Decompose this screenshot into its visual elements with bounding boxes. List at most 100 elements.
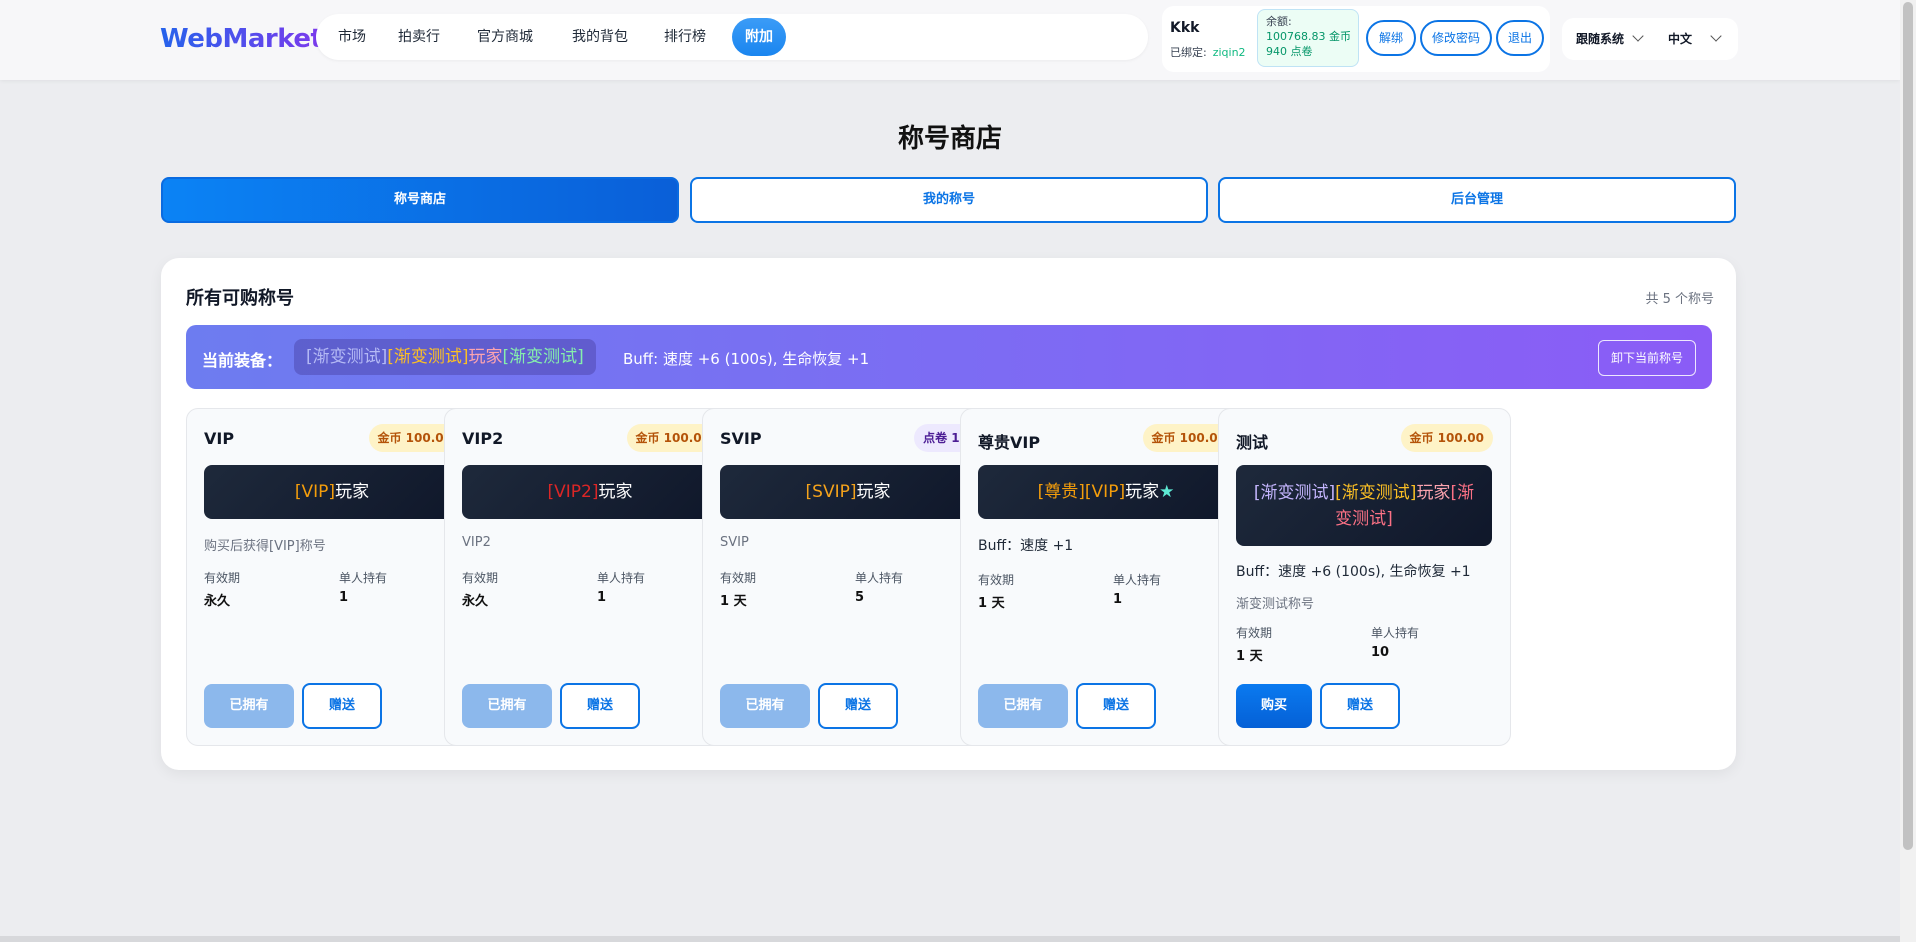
card-name: SVIP — [720, 429, 762, 448]
title-preview: [SVIP]玩家 — [720, 465, 976, 519]
hold-value: 1 — [597, 590, 607, 605]
balance-label: 余额: — [1266, 15, 1292, 28]
title-list-panel: 所有可购称号 共 5 个称号 当前装备： [渐变测试][渐变测试]玩家[渐变测试… — [161, 258, 1736, 770]
title-count: 共 5 个称号 — [1645, 292, 1714, 307]
equipped-buff: Buff: 速度 +6 (100s), 生命恢复 +1 — [623, 350, 870, 368]
price-badge: 金币 100.00 — [1400, 424, 1493, 452]
tab-my-titles[interactable]: 我的称号 — [690, 177, 1208, 223]
voucher-balance: 940 点卷 — [1266, 45, 1313, 58]
change-password-button[interactable]: 修改密码 — [1420, 20, 1492, 56]
validity-label: 有效期 — [462, 571, 499, 585]
scrollbar-thumb[interactable] — [1903, 2, 1913, 850]
chevron-down-icon — [1710, 30, 1722, 42]
card-name: 尊贵VIP — [978, 433, 1041, 452]
title-card-vip: VIP 金币 100.00 [VIP]玩家 购买后获得[VIP]称号 有效期 单… — [186, 408, 479, 746]
preview-segment: 玩家 — [335, 482, 370, 502]
panel-title: 所有可购称号 — [186, 288, 294, 309]
bind-label: 已绑定: — [1170, 46, 1207, 59]
card-name: VIP2 — [462, 429, 504, 448]
tab-admin[interactable]: 后台管理 — [1218, 177, 1736, 223]
card-buff: Buff：速度 +6 (100s), 生命恢复 +1 — [1236, 564, 1471, 580]
bind-value: ziqin2 — [1212, 46, 1246, 59]
unequip-button[interactable]: 卸下当前称号 — [1598, 340, 1696, 376]
tab-title-shop[interactable]: 称号商店 — [161, 177, 679, 223]
theme-select-value: 跟随系统 — [1576, 32, 1625, 46]
equipped-title-segment: [渐变测试] — [306, 347, 388, 367]
equipped-title-segment: [渐变测试] — [502, 347, 584, 367]
equipped-title-segment: 玩家 — [468, 347, 503, 367]
nav-item-extra[interactable]: 附加 — [732, 18, 786, 56]
username: Kkk — [1170, 20, 1200, 36]
title-card-premium-vip: 尊贵VIP 金币 100.00 [尊贵][VIP]玩家★ Buff：速度 +1 … — [960, 408, 1253, 746]
card-name: 测试 — [1236, 433, 1269, 452]
logo[interactable]: WebMarket — [160, 24, 323, 54]
chevron-down-icon — [1632, 30, 1644, 42]
owned-button[interactable]: 已拥有 — [720, 684, 810, 728]
owned-button[interactable]: 已拥有 — [978, 684, 1068, 728]
preview-segment: [渐变测试] — [1335, 482, 1417, 503]
card-description: VIP2 — [462, 535, 491, 550]
title-preview: [VIP2]玩家 — [462, 465, 718, 519]
validity-value: 1 天 — [1236, 649, 1263, 664]
nav-item-backpack[interactable]: 我的背包 — [562, 18, 638, 56]
preview-segment: [VIP] — [294, 482, 336, 502]
preview-segment: [VIP] — [1084, 482, 1126, 502]
gift-button[interactable]: 赠送 — [818, 683, 898, 729]
owned-button[interactable]: 已拥有 — [462, 684, 552, 728]
hold-label: 单人持有 — [1371, 626, 1420, 640]
title-card-svip: SVIP 点卷 10 [SVIP]玩家 SVIP 有效期 单人持有 1 天 5 … — [702, 408, 995, 746]
hold-label: 单人持有 — [339, 571, 388, 585]
hold-label: 单人持有 — [597, 571, 646, 585]
card-description: SVIP — [720, 535, 749, 550]
hold-label: 单人持有 — [855, 571, 904, 585]
validity-label: 有效期 — [1236, 626, 1273, 640]
nav-item-auction[interactable]: 拍卖行 — [388, 18, 450, 56]
buy-button[interactable]: 购买 — [1236, 684, 1312, 728]
language-select[interactable]: 中文 — [1668, 30, 1722, 47]
logout-button[interactable]: 退出 — [1496, 20, 1544, 56]
theme-select[interactable]: 跟随系统 — [1576, 30, 1644, 47]
top-bar: WebMarket 市场 拍卖行 官方商城 我的背包 排行榜 附加 Kkk 已绑… — [0, 0, 1900, 80]
hold-value: 1 — [1113, 592, 1123, 607]
title-card-vip2: VIP2 金币 100.00 [VIP2]玩家 VIP2 有效期 单人持有 永久… — [444, 408, 737, 746]
preview-segment: 玩家 — [1416, 482, 1451, 503]
hold-value: 1 — [339, 590, 349, 605]
equipped-banner: 当前装备： [渐变测试][渐变测试]玩家[渐变测试] Buff: 速度 +6 (… — [186, 325, 1712, 389]
equipped-label: 当前装备： — [202, 351, 283, 370]
title-preview: [尊贵][VIP]玩家★ — [978, 465, 1234, 519]
main-nav: 市场 拍卖行 官方商城 我的背包 排行榜 附加 — [316, 14, 1148, 60]
owned-button[interactable]: 已拥有 — [204, 684, 294, 728]
validity-value: 1 天 — [720, 594, 747, 609]
equipped-title-badge: [渐变测试][渐变测试]玩家[渐变测试] — [294, 339, 596, 375]
page-title: 称号商店 — [897, 124, 1002, 154]
user-panel: Kkk 已绑定: ziqin2 余额: 100768.83 金币 940 点卷 解… — [1162, 6, 1550, 72]
equipped-title-segment: [渐变测试] — [387, 347, 469, 367]
star-icon: ★ — [1159, 482, 1175, 502]
nav-item-leaderboard[interactable]: 排行榜 — [654, 18, 716, 56]
preview-segment: [VIP2] — [547, 482, 599, 502]
preview-segment: 玩家 — [1125, 482, 1160, 502]
balance-box: 余额: 100768.83 金币 940 点卷 — [1257, 9, 1359, 67]
unbind-button[interactable]: 解绑 — [1366, 20, 1416, 56]
preview-segment: [尊贵] — [1037, 482, 1085, 502]
validity-value: 永久 — [462, 594, 489, 609]
card-name: VIP — [204, 429, 235, 448]
hold-value: 10 — [1371, 645, 1390, 660]
validity-label: 有效期 — [978, 573, 1015, 587]
gift-button[interactable]: 赠送 — [1320, 683, 1400, 729]
gift-button[interactable]: 赠送 — [302, 683, 382, 729]
bind-status: 已绑定: ziqin2 — [1170, 44, 1246, 60]
gift-button[interactable]: 赠送 — [560, 683, 640, 729]
preview-segment: 玩家 — [598, 482, 633, 502]
card-buff: Buff：速度 +1 — [978, 538, 1074, 554]
selectors: 跟随系统 中文 — [1562, 18, 1738, 60]
validity-value: 永久 — [204, 594, 231, 609]
preview-segment: 玩家 — [856, 482, 891, 502]
nav-item-market[interactable]: 市场 — [328, 18, 376, 56]
nav-item-official-store[interactable]: 官方商城 — [467, 18, 543, 56]
language-select-value: 中文 — [1668, 32, 1693, 46]
gift-button[interactable]: 赠送 — [1076, 683, 1156, 729]
hold-value: 5 — [855, 590, 865, 605]
title-preview: [渐变测试][渐变测试]玩家[渐变测试] — [1236, 465, 1492, 546]
title-preview: [VIP]玩家 — [204, 465, 460, 519]
